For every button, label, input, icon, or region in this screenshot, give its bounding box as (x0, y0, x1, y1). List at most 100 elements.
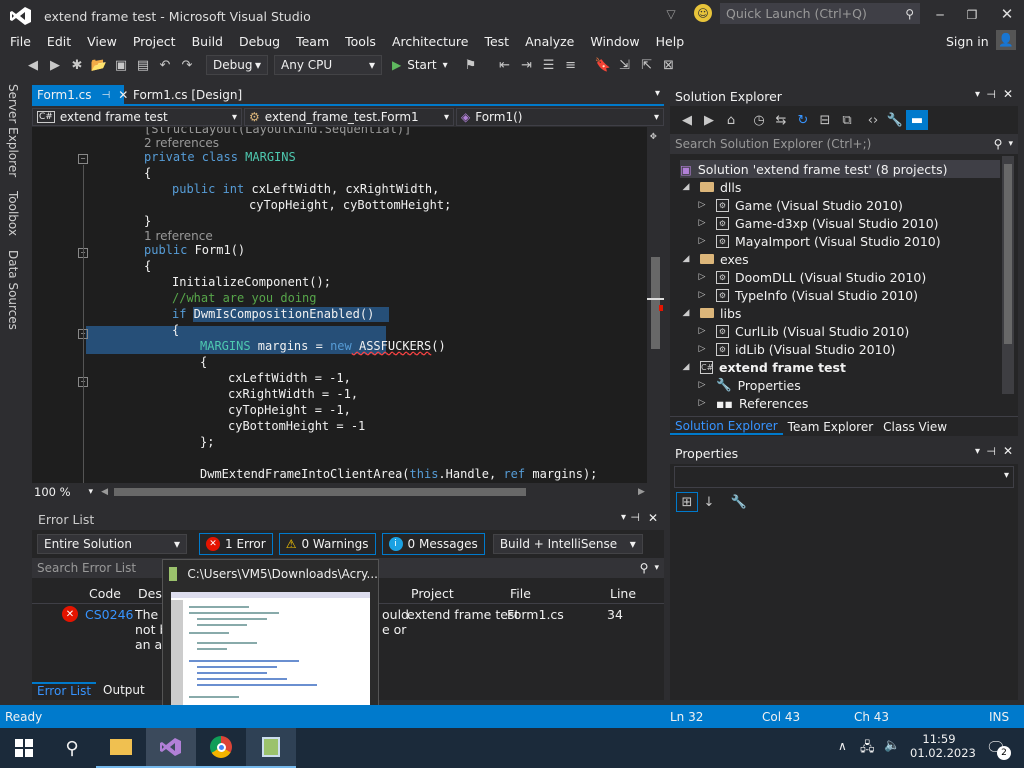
property-pages-icon[interactable]: 🔧 (728, 492, 750, 512)
pin-icon[interactable]: ⊣ (986, 88, 996, 101)
quick-launch-input[interactable]: Quick Launch (Ctrl+Q) ⚲ (720, 3, 920, 24)
sign-in-link[interactable]: Sign in (938, 34, 997, 49)
server-explorer-tab[interactable]: Server Explorer (6, 80, 20, 181)
notification-center-icon[interactable]: 🗨 2 (984, 736, 1011, 760)
type-dropdown[interactable]: ⚙ extend_frame_test.Form1 ▾ (244, 108, 454, 126)
dropdown-icon[interactable]: ▾ (975, 89, 980, 100)
tree-item[interactable]: ▷ ⚙ CurlLib (Visual Studio 2010) (696, 322, 910, 340)
tree-solution-node[interactable]: ▣ Solution 'extend frame test' (8 projec… (680, 160, 1000, 178)
collapse-toggle[interactable]: − (78, 154, 88, 164)
menu-test[interactable]: Test (476, 34, 517, 49)
dropdown-icon[interactable]: ▾ (621, 512, 626, 523)
expanded-arrow-icon[interactable]: ◢ (680, 182, 692, 192)
taskbar-thumbnail-preview[interactable]: C:\Users\VM5\Downloads\Acry... (162, 559, 379, 727)
home-icon[interactable]: ⌂ (720, 110, 742, 130)
tree-item[interactable]: ◢ C# extend frame test (680, 358, 846, 376)
clear-bookmarks-icon[interactable]: ⊠ (658, 55, 680, 75)
tree-item[interactable]: ▷ ▪▪ References (696, 394, 809, 412)
column-file[interactable]: File (510, 586, 531, 601)
filter-icon[interactable]: ▽ (662, 5, 680, 23)
member-dropdown[interactable]: ◈ Form1() ▾ (456, 108, 664, 126)
horizontal-scroll-thumb[interactable] (114, 487, 526, 496)
warnings-filter-button[interactable]: ⚠ 0 Warnings (278, 533, 376, 555)
scope-select[interactable]: Entire Solution ▾ (37, 534, 187, 554)
forward-icon[interactable]: ▶ (698, 110, 720, 130)
menu-debug[interactable]: Debug (231, 34, 288, 49)
scroll-left-icon[interactable]: ◀ (101, 487, 108, 497)
back-icon[interactable]: ◀ (676, 110, 698, 130)
tree-item[interactable]: ◢ dlls (680, 178, 742, 196)
close-icon[interactable]: ✕ (1003, 444, 1013, 458)
comment-icon[interactable]: ⇤ (494, 55, 516, 75)
account-avatar-icon[interactable]: 👤 (996, 30, 1016, 50)
categorized-icon[interactable]: ⊞ (676, 492, 698, 512)
menu-file[interactable]: File (0, 34, 39, 49)
redo-icon[interactable]: ↷ (176, 55, 198, 75)
tree-item[interactable]: ▷ 🔧 Properties (696, 376, 801, 394)
tab-team-explorer[interactable]: Team Explorer (783, 420, 879, 434)
tab-output[interactable]: Output (98, 683, 150, 697)
pin-icon[interactable]: ⊣ (630, 511, 640, 524)
tab-error-list[interactable]: Error List (32, 682, 97, 698)
tab-form1-cs[interactable]: Form1.cs ⊣ ✕ (32, 85, 128, 105)
collapsed-arrow-icon[interactable]: ▷ (696, 218, 708, 228)
expanded-arrow-icon[interactable]: ◢ (680, 308, 692, 318)
menu-edit[interactable]: Edit (39, 34, 79, 49)
tree-scrollbar[interactable] (1002, 156, 1014, 394)
object-selector[interactable]: ▾ (674, 466, 1014, 488)
solution-configuration-select[interactable]: Debug ▾ (206, 55, 268, 75)
menu-build[interactable]: Build (184, 34, 231, 49)
tree-item[interactable]: ▷ ⚙ MayaImport (Visual Studio 2010) (696, 232, 941, 250)
properties-icon[interactable]: 🔧 (884, 110, 906, 130)
collapsed-arrow-icon[interactable]: ▷ (696, 344, 708, 354)
network-icon[interactable]: 🖧 (860, 738, 875, 760)
menu-window[interactable]: Window (582, 34, 647, 49)
dropdown-icon[interactable]: ▾ (975, 446, 980, 457)
tree-item[interactable]: ◢ libs (680, 304, 742, 322)
solution-search-input[interactable]: Search Solution Explorer (Ctrl+;) ⚲ ▾ (670, 134, 1018, 154)
file-explorer-taskbar-icon[interactable] (96, 728, 146, 768)
show-all-files-icon[interactable]: ⧉ (836, 110, 858, 130)
minimize-button[interactable]: ─ (930, 5, 950, 25)
show-hidden-icons-icon[interactable]: ∧ (838, 739, 847, 753)
restore-button[interactable]: ❐ (962, 5, 982, 25)
uncomment-icon[interactable]: ⇥ (516, 55, 538, 75)
menu-team[interactable]: Team (288, 34, 337, 49)
undo-icon[interactable]: ↶ (154, 55, 176, 75)
messages-filter-button[interactable]: i0 Messages (381, 533, 485, 555)
notepad-taskbar-icon[interactable] (246, 728, 296, 768)
visual-studio-taskbar-icon[interactable] (146, 728, 196, 768)
clock[interactable]: 11:59 01.02.2023 (910, 732, 976, 760)
tree-item[interactable]: ▷ ⚙ Game (Visual Studio 2010) (696, 196, 903, 214)
open-file-icon[interactable]: 📂 (88, 55, 110, 75)
menu-analyze[interactable]: Analyze (517, 34, 582, 49)
tree-item[interactable]: ▷ ⚙ Game-d3xp (Visual Studio 2010) (696, 214, 939, 232)
sync-icon[interactable]: ⇆ (770, 110, 792, 130)
next-bookmark-icon[interactable]: ⇲ (614, 55, 636, 75)
pending-changes-icon[interactable]: ◷ (748, 110, 770, 130)
save-all-icon[interactable]: ▤ (132, 55, 154, 75)
data-sources-tab[interactable]: Data Sources (6, 246, 20, 334)
tab-dropdown-icon[interactable]: ▾ (655, 88, 660, 99)
editor-vertical-scrollbar[interactable]: ✥ (647, 127, 664, 483)
solution-platform-select[interactable]: Any CPU ▾ (274, 55, 382, 75)
feedback-smiley-icon[interactable]: ☺ (694, 4, 712, 22)
pin-icon[interactable]: ⊣ (102, 90, 111, 101)
close-icon[interactable]: ✕ (1003, 87, 1013, 101)
tab-form1-design[interactable]: Form1.cs [Design] (128, 85, 247, 105)
collapsed-arrow-icon[interactable]: ▷ (696, 398, 708, 408)
navigate-back-icon[interactable]: ◀ (22, 55, 44, 75)
tree-item[interactable]: ▷ ⚙ TypeInfo (Visual Studio 2010) (696, 286, 918, 304)
close-icon[interactable]: ✕ (648, 511, 658, 525)
close-button[interactable]: ✕ (997, 4, 1017, 24)
project-dropdown[interactable]: C# extend frame test ▾ (32, 108, 242, 126)
collapsed-arrow-icon[interactable]: ▷ (696, 236, 708, 246)
preview-icon[interactable]: ▬ (906, 110, 928, 130)
zoom-level[interactable]: 100 % (34, 485, 71, 499)
pin-icon[interactable]: ⊣ (986, 445, 996, 458)
collapsed-arrow-icon[interactable]: ▷ (696, 200, 708, 210)
menu-tools[interactable]: Tools (337, 34, 384, 49)
tree-item[interactable]: ▷ ⚙ idLib (Visual Studio 2010) (696, 340, 896, 358)
expanded-arrow-icon[interactable]: ◢ (680, 362, 692, 372)
scroll-thumb[interactable] (651, 257, 660, 349)
